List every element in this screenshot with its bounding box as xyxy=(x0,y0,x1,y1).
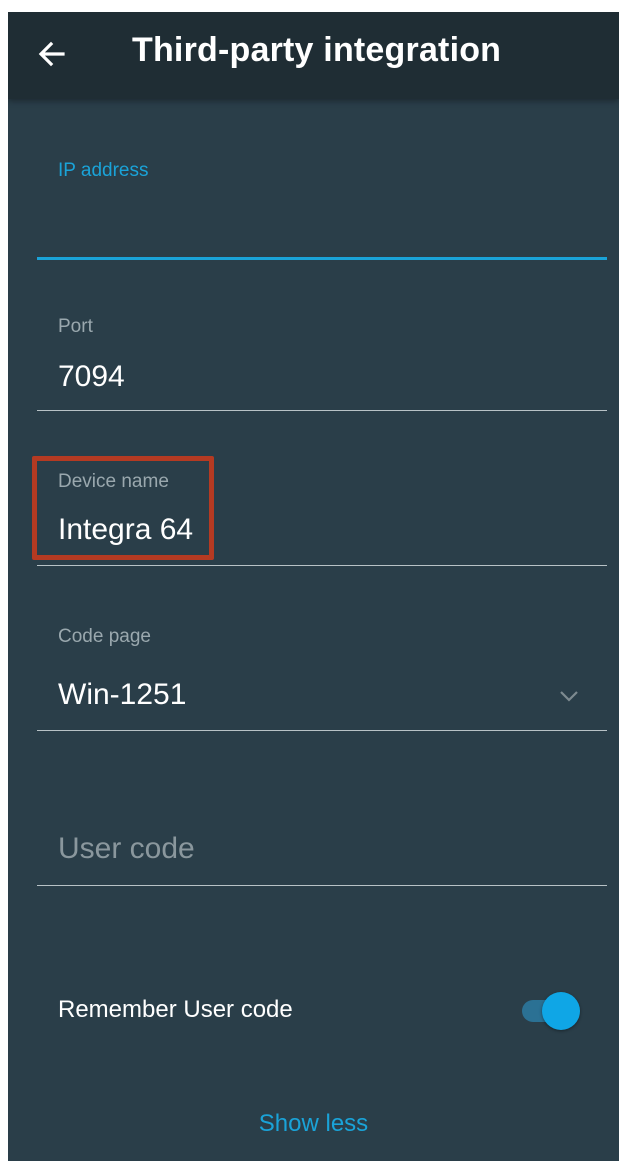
port-field[interactable]: Port 7094 xyxy=(37,312,607,414)
code-page-value: Win-1251 xyxy=(58,678,187,711)
app-screen: Third-party integration IP address Port … xyxy=(8,12,619,1161)
code-page-underline xyxy=(37,730,607,731)
arrow-left-icon xyxy=(38,41,65,67)
chevron-down-icon xyxy=(560,691,578,702)
code-page-select[interactable]: Code page Win-1251 xyxy=(37,622,607,734)
port-underline xyxy=(37,410,607,411)
highlight-box xyxy=(32,456,214,560)
toggle-thumb xyxy=(542,992,580,1030)
remember-user-code-toggle[interactable] xyxy=(520,990,580,1032)
port-value: 7094 xyxy=(58,360,125,393)
app-bar: Third-party integration xyxy=(8,12,619,99)
ip-address-label: IP address xyxy=(58,160,149,181)
user-code-field[interactable]: User code xyxy=(37,822,607,892)
ip-address-underline xyxy=(37,257,607,260)
code-page-label: Code page xyxy=(58,626,151,647)
port-label: Port xyxy=(58,316,93,337)
user-code-placeholder: User code xyxy=(58,832,195,865)
page-title: Third-party integration xyxy=(132,31,502,69)
ip-address-field[interactable]: IP address xyxy=(37,152,607,264)
user-code-underline xyxy=(37,885,607,886)
back-button[interactable] xyxy=(28,30,76,78)
show-less-button[interactable]: Show less xyxy=(8,1110,619,1138)
device-name-underline xyxy=(37,565,607,566)
remember-user-code-label: Remember User code xyxy=(58,996,293,1023)
